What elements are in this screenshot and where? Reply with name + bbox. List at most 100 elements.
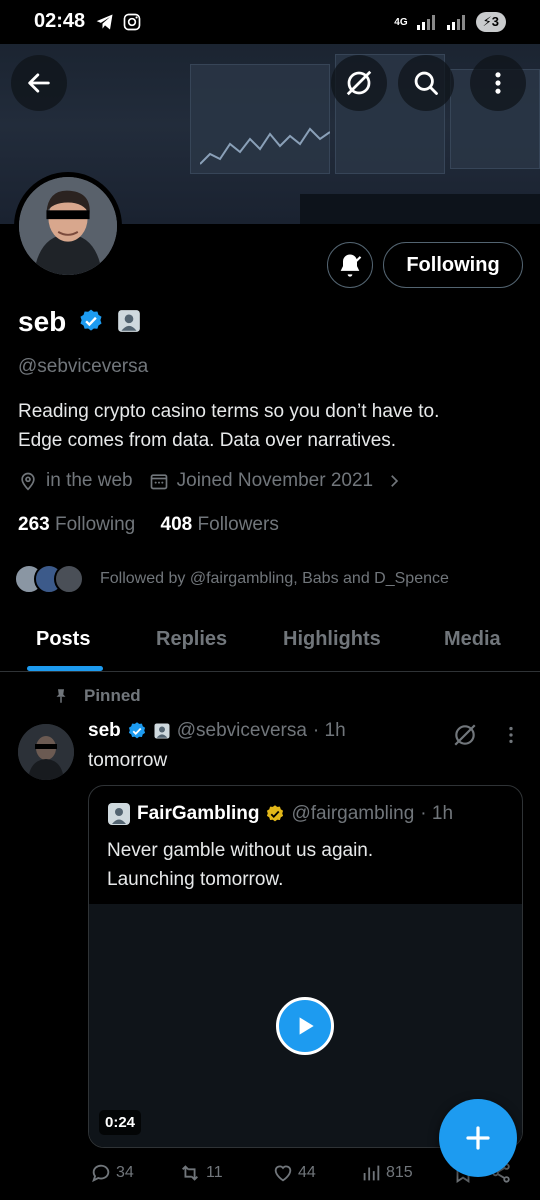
more-vertical-icon [495,72,501,94]
joined-text: Joined November 2021 [176,470,374,491]
tab-replies[interactable]: Replies [156,628,227,651]
network-type: 4G [394,16,408,28]
post-more-icon[interactable] [500,724,522,746]
like-count: 44 [298,1164,316,1181]
quoted-text-line: Launching tomorrow. [107,869,284,890]
back-button[interactable] [11,55,67,111]
following-count: 263 [18,514,50,535]
video-duration: 0:24 [99,1110,142,1135]
quoted-author-handle: @fairgambling [291,803,415,824]
banner-chart-graphic [200,127,330,165]
pinned-label-row: Pinned [52,686,141,706]
banner-desk [300,194,540,224]
quoted-post-time: · 1h [420,803,454,824]
profile-meta: in the web Joined November 2021 [18,470,403,492]
affiliate-badge-icon [154,723,170,739]
repost-count: 11 [206,1164,223,1181]
profile-name-row: seb [18,306,142,338]
search-button[interactable] [398,55,454,111]
quoted-text-line: Never gamble without us again. [107,840,374,861]
quoted-author-name: FairGambling [137,803,260,824]
profile-name: seb [18,306,67,337]
quoted-avatar [108,803,130,825]
affiliate-badge-icon[interactable] [116,308,142,334]
location-item: in the web [18,470,133,492]
active-tab-indicator [27,666,103,671]
joined-item: Joined November 2021 [149,470,373,492]
followed-by-text: Followed by @fairgambling, Babs and D_Sp… [100,570,449,587]
following-label: Following [54,514,136,535]
chevron-right-icon[interactable] [385,472,403,490]
signal-icon [416,15,435,30]
bio-line: Edge comes from data. Data over narrativ… [18,430,397,451]
like-action[interactable]: 44 [272,1162,316,1184]
reply-icon [92,1164,110,1183]
more-button[interactable] [470,55,526,111]
views-count: 815 [386,1164,413,1181]
pinned-label: Pinned [84,686,141,705]
quoted-post[interactable]: FairGambling @fairgambling · 1h Never ga… [88,785,523,1148]
search-icon [414,71,438,95]
grok-icon[interactable] [452,722,478,748]
post-header: seb @sebviceversa · 1h [88,720,346,742]
follower-avatar [54,564,84,594]
bell-check-icon [340,254,362,277]
verified-badge-icon[interactable] [78,308,104,334]
post-time: · 1h [312,720,346,741]
bio-line: Reading crypto casino terms so you don’t… [18,401,440,422]
avatar-image [19,177,117,275]
profile-avatar[interactable] [14,172,122,280]
post-text: tomorrow [88,750,168,771]
grok-button[interactable] [331,55,387,111]
status-bar: 02:48 4G ⚡3 [0,0,540,44]
plus-icon [466,1126,490,1150]
repost-icon [182,1165,198,1181]
followed-by-row[interactable]: Followed by @fairgambling, Babs and D_Sp… [14,564,449,594]
repost-action[interactable]: 11 [178,1162,223,1184]
profile-bio: Reading crypto casino terms so you don’t… [18,397,528,455]
profile-tabs: Posts Replies Highlights Media [0,612,540,672]
profile-handle: @sebviceversa [18,356,149,377]
views-icon [363,1165,380,1181]
compose-post-button[interactable] [439,1099,517,1177]
status-time: 02:48 [34,10,86,32]
tab-media[interactable]: Media [444,628,501,651]
tab-highlights[interactable]: Highlights [283,628,381,651]
quoted-post-text: Never gamble without us again. Launching… [107,836,507,894]
follow-counts: 263 Following 408 Followers [18,514,279,536]
followers-count: 408 [160,514,193,535]
avatar-illustration [18,724,74,780]
reply-count: 34 [116,1164,134,1181]
post-author-name[interactable]: seb [88,720,121,742]
followers-label: Followers [197,514,279,535]
heart-icon [274,1165,292,1182]
quoted-post-header: FairGambling @fairgambling · 1h [107,802,453,826]
battery-indicator: ⚡3 [475,12,506,32]
location-text: in the web [46,470,133,491]
pin-icon [56,689,66,703]
reply-action[interactable]: 34 [90,1162,134,1184]
arrow-left-icon [28,73,50,93]
following-button[interactable]: Following [383,242,523,288]
status-icons-left [94,12,142,32]
grok-icon [346,70,372,96]
followers-count-link[interactable]: 408 Followers [161,514,279,535]
calendar-icon [150,474,167,490]
battery-level: 3 [491,14,499,29]
views-action[interactable]: 815 [360,1162,413,1184]
status-icons-right: 4G ⚡3 [394,12,506,32]
tab-posts[interactable]: Posts [36,628,90,651]
play-icon [299,1017,314,1035]
signal-icon-2 [446,15,465,30]
instagram-icon [123,13,141,31]
notifications-bell-button[interactable] [327,242,373,288]
location-pin-icon [21,472,35,491]
gold-verified-badge-icon [267,805,284,822]
avatar-illustration [19,177,117,275]
play-button[interactable] [276,997,334,1055]
following-count-link[interactable]: 263 Following [18,514,135,535]
post-author-handle: @sebviceversa [176,720,307,741]
verified-badge-icon [128,722,145,739]
telegram-icon [96,14,113,30]
post-author-avatar[interactable] [18,724,74,780]
